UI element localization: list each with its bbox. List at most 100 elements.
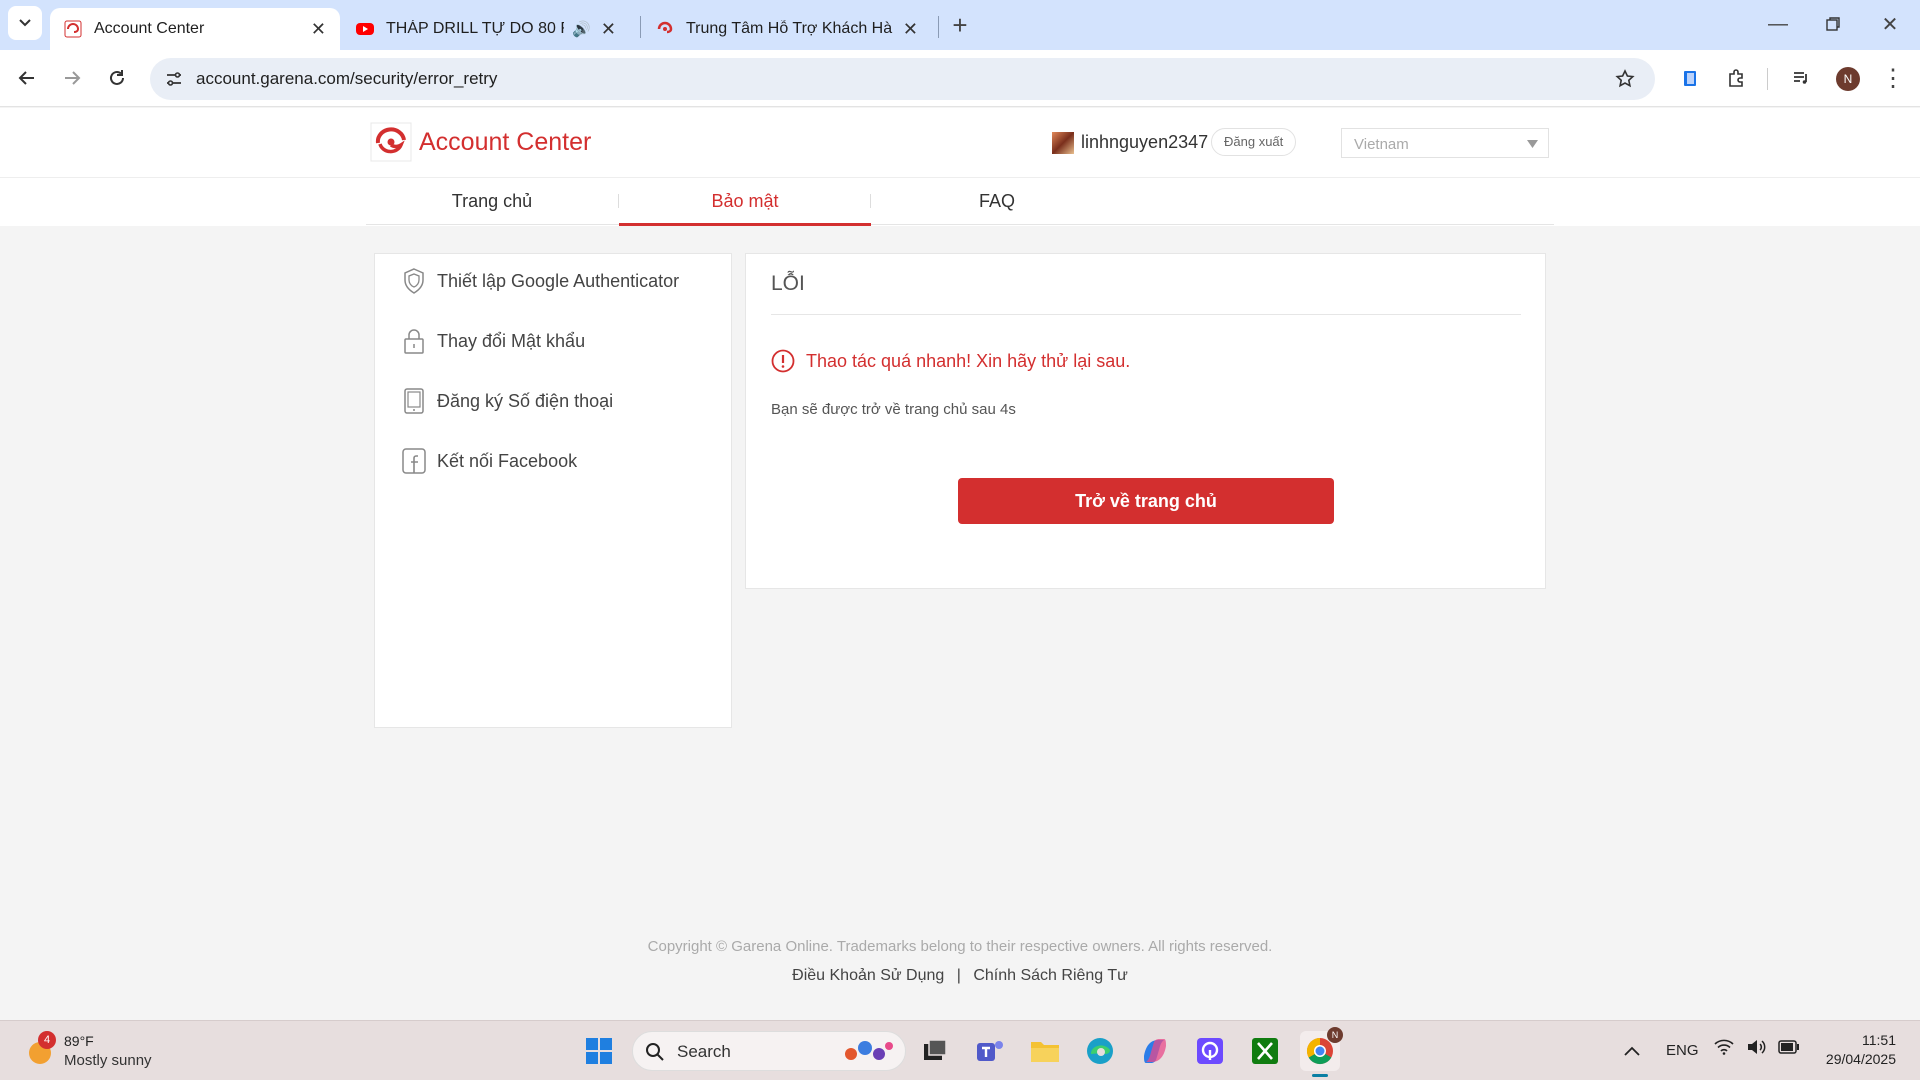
- garena-favicon-icon: [657, 21, 673, 34]
- browser-toolbar: account.garena.com/security/error_retry …: [0, 50, 1920, 107]
- teams-app[interactable]: [970, 1031, 1010, 1071]
- search-highlight-icon: [845, 1041, 893, 1060]
- show-hidden-icons-button[interactable]: [1612, 1031, 1652, 1071]
- clock-date: 29/04/2025: [1825, 1051, 1896, 1067]
- vpn-icon: [1197, 1038, 1223, 1064]
- username[interactable]: linhnguyen2347: [1081, 132, 1208, 153]
- brand-logo-link[interactable]: Account Center: [370, 122, 591, 162]
- sidebar-item-change-password[interactable]: Thay đổi Mật khẩu: [402, 326, 585, 356]
- address-bar[interactable]: account.garena.com/security/error_retry: [150, 58, 1655, 100]
- region-placeholder: Vietnam: [1354, 136, 1409, 153]
- chevron-down-icon: [19, 19, 31, 27]
- facebook-icon: [402, 447, 426, 475]
- nav-tab-label: Bảo mật: [711, 191, 779, 211]
- tab-divider: [640, 16, 641, 38]
- volume-icon: [1748, 1040, 1766, 1054]
- chrome-profile-badge: N: [1327, 1027, 1343, 1043]
- clock-time: 11:51: [1862, 1032, 1896, 1048]
- logout-button[interactable]: Đăng xuất: [1211, 128, 1297, 156]
- folder-icon: [1031, 1042, 1059, 1062]
- user-avatar: [1052, 132, 1074, 154]
- xbox-icon: [1252, 1038, 1278, 1064]
- phone-icon: [402, 387, 426, 415]
- copilot-app[interactable]: [1135, 1031, 1175, 1071]
- system-tray[interactable]: [1714, 1039, 1800, 1055]
- profile-initial: N: [1843, 72, 1853, 86]
- security-sidebar: Thiết lập Google Authenticator Thay đổi …: [374, 253, 732, 728]
- windows-taskbar: 4 89°F Mostly sunny Search N ENG 11:51 2…: [0, 1020, 1920, 1080]
- close-tab-icon[interactable]: ✕: [903, 19, 918, 40]
- task-view-button[interactable]: [915, 1031, 955, 1071]
- close-tab-icon[interactable]: ✕: [311, 19, 326, 40]
- toolbar-divider: [1767, 68, 1768, 90]
- restore-window-button[interactable]: [1815, 6, 1851, 42]
- search-placeholder: Search: [677, 1042, 731, 1061]
- tab-support-center[interactable]: Trung Tâm Hỗ Trợ Khách Hàng G ✕: [642, 8, 932, 50]
- browser-tab-strip: Account Center ✕ THÁP DRILL TỰ DO 80 RAP…: [0, 0, 1920, 50]
- region-select[interactable]: Vietnam: [1341, 128, 1549, 158]
- sidebar-item-label: Thiết lập Google Authenticator: [437, 270, 680, 291]
- tab-account-center[interactable]: Account Center ✕: [50, 8, 340, 50]
- tab-search-button[interactable]: [8, 6, 42, 40]
- tab-title: Account Center: [94, 20, 205, 37]
- sidebar-item-connect-facebook[interactable]: Kết nối Facebook: [402, 446, 577, 476]
- close-tab-icon[interactable]: ✕: [601, 19, 616, 40]
- terms-link[interactable]: Điều Khoản Sử Dụng: [792, 967, 944, 984]
- copilot-icon: [1144, 1039, 1166, 1063]
- bookmark-star-icon[interactable]: [1607, 61, 1643, 97]
- copyright-text: Copyright © Garena Online. Trademarks be…: [647, 938, 1273, 955]
- tab-youtube[interactable]: THÁP DRILL TỰ DO 80 RAP! 🔊 ✕: [342, 8, 630, 50]
- nav-tab-label: FAQ: [978, 191, 1015, 211]
- close-window-button[interactable]: ✕: [1872, 6, 1908, 42]
- sidebar-item-google-authenticator[interactable]: Thiết lập Google Authenticator: [402, 266, 679, 296]
- input-language[interactable]: ENG: [1666, 1042, 1699, 1059]
- sidebar-item-label: Đăng ký Số điện thoại: [437, 390, 614, 411]
- browser-menu-icon[interactable]: ⋮: [1875, 60, 1911, 96]
- reading-mode-icon[interactable]: [1672, 60, 1708, 96]
- weather-widget[interactable]: 4 89°F Mostly sunny: [24, 1029, 184, 1073]
- search-icon: [646, 1043, 664, 1061]
- privacy-link[interactable]: Chính Sách Riêng Tư: [973, 967, 1128, 984]
- media-control-icon[interactable]: [1783, 60, 1819, 96]
- error-panel: LỖI Thao tác quá nhanh! Xin hãy thử lại …: [745, 253, 1546, 589]
- lock-icon: [402, 327, 426, 355]
- proton-vpn-app[interactable]: [1190, 1031, 1230, 1071]
- profile-avatar[interactable]: N: [1836, 67, 1860, 91]
- sidebar-item-label: Kết nối Facebook: [437, 450, 578, 471]
- return-home-button[interactable]: Trở về trang chủ: [958, 478, 1334, 524]
- restore-icon: [1826, 17, 1840, 31]
- shield-icon: [402, 267, 426, 295]
- garena-favicon-icon: [64, 20, 82, 38]
- forward-button[interactable]: [54, 60, 90, 96]
- minimize-window-button[interactable]: —: [1760, 6, 1796, 42]
- redirect-countdown: Bạn sẽ được trở về trang chủ sau 4s: [771, 401, 1016, 418]
- main-nav: Trang chủ Bảo mật FAQ: [0, 178, 1920, 226]
- logout-label: Đăng xuất: [1224, 134, 1284, 149]
- extensions-icon[interactable]: [1718, 60, 1754, 96]
- clock[interactable]: 11:51 29/04/2025: [1812, 1031, 1896, 1069]
- sidebar-item-register-phone[interactable]: Đăng ký Số điện thoại: [402, 386, 613, 416]
- site-footer: Copyright © Garena Online. Trademarks be…: [0, 938, 1920, 985]
- weather-badge: 4: [38, 1031, 56, 1049]
- task-view-icon: [924, 1039, 947, 1060]
- back-button[interactable]: [9, 60, 45, 96]
- edge-icon: [1087, 1038, 1113, 1064]
- speaker-icon[interactable]: 🔊: [572, 20, 591, 38]
- nav-tab-security[interactable]: Bảo mật: [619, 178, 871, 226]
- panel-title: LỖI: [771, 272, 805, 295]
- new-tab-button[interactable]: +: [942, 7, 978, 43]
- file-explorer-app[interactable]: [1025, 1031, 1065, 1071]
- reload-icon: [110, 70, 124, 85]
- edge-app[interactable]: [1080, 1031, 1120, 1071]
- tab-title: Trung Tâm Hỗ Trợ Khách Hàng G: [686, 20, 893, 37]
- nav-tab-home[interactable]: Trang chủ: [366, 178, 618, 226]
- error-alert: Thao tác quá nhanh! Xin hãy thử lại sau.: [771, 349, 1130, 373]
- active-app-indicator: [1312, 1074, 1328, 1077]
- taskbar-search-box[interactable]: Search: [632, 1031, 906, 1071]
- chrome-app[interactable]: N: [1300, 1027, 1343, 1077]
- reload-button[interactable]: [99, 60, 135, 96]
- site-info-icon[interactable]: [156, 61, 192, 97]
- nav-tab-faq[interactable]: FAQ: [871, 178, 1123, 226]
- xbox-app[interactable]: [1245, 1031, 1285, 1071]
- start-button[interactable]: [579, 1031, 619, 1071]
